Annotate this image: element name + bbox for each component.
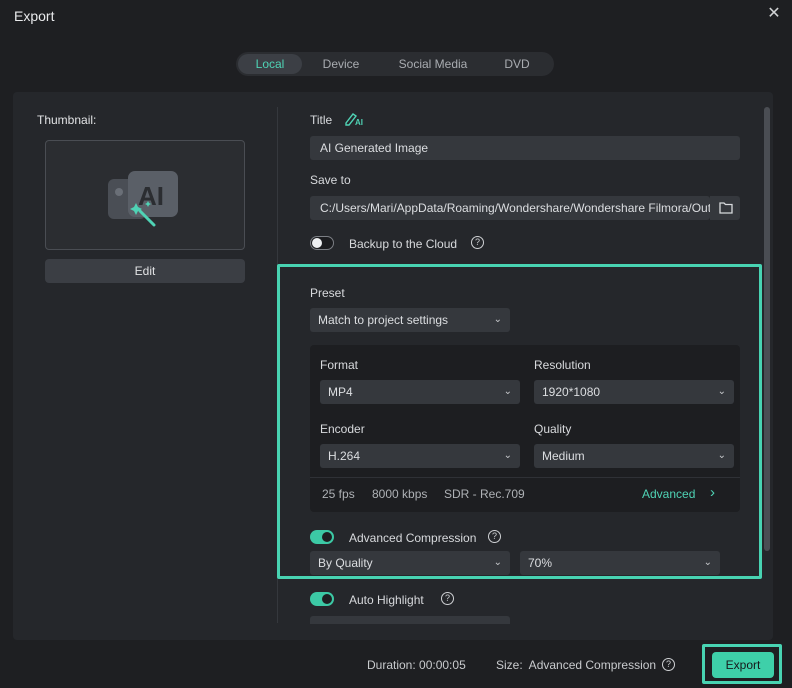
thumbnail-label: Thumbnail:	[37, 113, 97, 127]
toggle-knob	[322, 532, 332, 542]
help-icon[interactable]: ?	[471, 236, 484, 249]
title-label: Title	[310, 113, 333, 127]
advanced-settings-link[interactable]: Advanced	[642, 487, 695, 501]
size-text: Size: Advanced Compression	[496, 658, 657, 672]
preset-select[interactable]: Match to project settings ⌄	[310, 308, 510, 332]
ai-image-icon: AI	[108, 171, 178, 227]
chevron-down-icon: ⌄	[717, 450, 726, 461]
dialog-title: Export	[14, 8, 55, 24]
advanced-compression-label: Advanced Compression	[349, 531, 477, 545]
auto-highlight-select-partial[interactable]	[310, 616, 510, 624]
info-separator	[310, 477, 740, 478]
scrollbar[interactable]	[764, 107, 770, 551]
svg-text:AI: AI	[138, 181, 164, 211]
quality-value: Medium	[542, 449, 585, 463]
compression-mode-value: By Quality	[318, 556, 373, 570]
resolution-select[interactable]: 1920*1080 ⌄	[534, 380, 734, 404]
panel-divider	[277, 107, 278, 623]
compression-percent-select[interactable]: 70% ⌄	[520, 551, 720, 575]
resolution-label: Resolution	[534, 358, 591, 372]
compression-mode-select[interactable]: By Quality ⌄	[310, 551, 510, 575]
svg-text:AI: AI	[355, 118, 363, 126]
advanced-compression-toggle[interactable]	[310, 530, 334, 544]
toggle-knob	[312, 238, 322, 248]
help-icon[interactable]: ?	[662, 658, 675, 671]
format-select[interactable]: MP4 ⌄	[320, 380, 520, 404]
format-value: MP4	[328, 385, 353, 399]
thumbnail-preview[interactable]: AI	[45, 140, 245, 250]
duration-text: Duration: 00:00:05	[367, 658, 466, 672]
format-label: Format	[320, 358, 359, 372]
browse-folder-button[interactable]	[710, 196, 740, 220]
fps-info: 25 fps	[322, 487, 355, 501]
tab-social-media[interactable]: Social Media	[380, 54, 486, 74]
tab-local[interactable]: Local	[238, 54, 302, 74]
backup-label: Backup to the Cloud	[349, 237, 458, 251]
save-path-input[interactable]: C:/Users/Mari/AppData/Roaming/Wondershar…	[310, 196, 710, 220]
toggle-knob	[322, 594, 332, 604]
edit-thumbnail-button[interactable]: Edit	[45, 259, 245, 283]
help-icon[interactable]: ?	[488, 530, 501, 543]
tab-dvd[interactable]: DVD	[486, 54, 548, 74]
chevron-right-icon[interactable]: ›	[710, 484, 715, 501]
bitrate-info: 8000 kbps	[372, 487, 428, 501]
quality-label: Quality	[534, 422, 572, 436]
chevron-down-icon: ⌄	[703, 557, 712, 568]
encoder-value: H.264	[328, 449, 361, 463]
backup-toggle[interactable]	[310, 236, 334, 250]
export-button[interactable]: Export	[712, 652, 774, 678]
auto-highlight-label: Auto Highlight	[349, 593, 424, 607]
auto-highlight-toggle[interactable]	[310, 592, 334, 606]
resolution-value: 1920*1080	[542, 385, 601, 399]
encoder-select[interactable]: H.264 ⌄	[320, 444, 520, 468]
chevron-down-icon: ⌄	[493, 557, 502, 568]
preset-value: Match to project settings	[318, 313, 449, 327]
color-space-info: SDR - Rec.709	[444, 487, 525, 501]
title-input[interactable]: AI Generated Image	[310, 136, 740, 160]
chevron-down-icon: ⌄	[503, 450, 512, 461]
tab-device[interactable]: Device	[302, 54, 380, 74]
encoder-label: Encoder	[320, 422, 365, 436]
folder-icon	[719, 202, 733, 214]
help-icon[interactable]: ?	[441, 592, 454, 605]
preset-label: Preset	[310, 286, 345, 300]
ai-pen-icon[interactable]: AI	[344, 110, 366, 126]
compression-percent-value: 70%	[528, 556, 553, 570]
chevron-down-icon: ⌄	[717, 386, 726, 397]
chevron-down-icon: ⌄	[503, 386, 512, 397]
export-tabs: Local Device Social Media DVD	[236, 52, 554, 76]
chevron-down-icon: ⌄	[493, 314, 502, 325]
save-to-label: Save to	[310, 173, 351, 187]
quality-select[interactable]: Medium ⌄	[534, 444, 734, 468]
close-icon[interactable]: ✕	[766, 6, 782, 22]
